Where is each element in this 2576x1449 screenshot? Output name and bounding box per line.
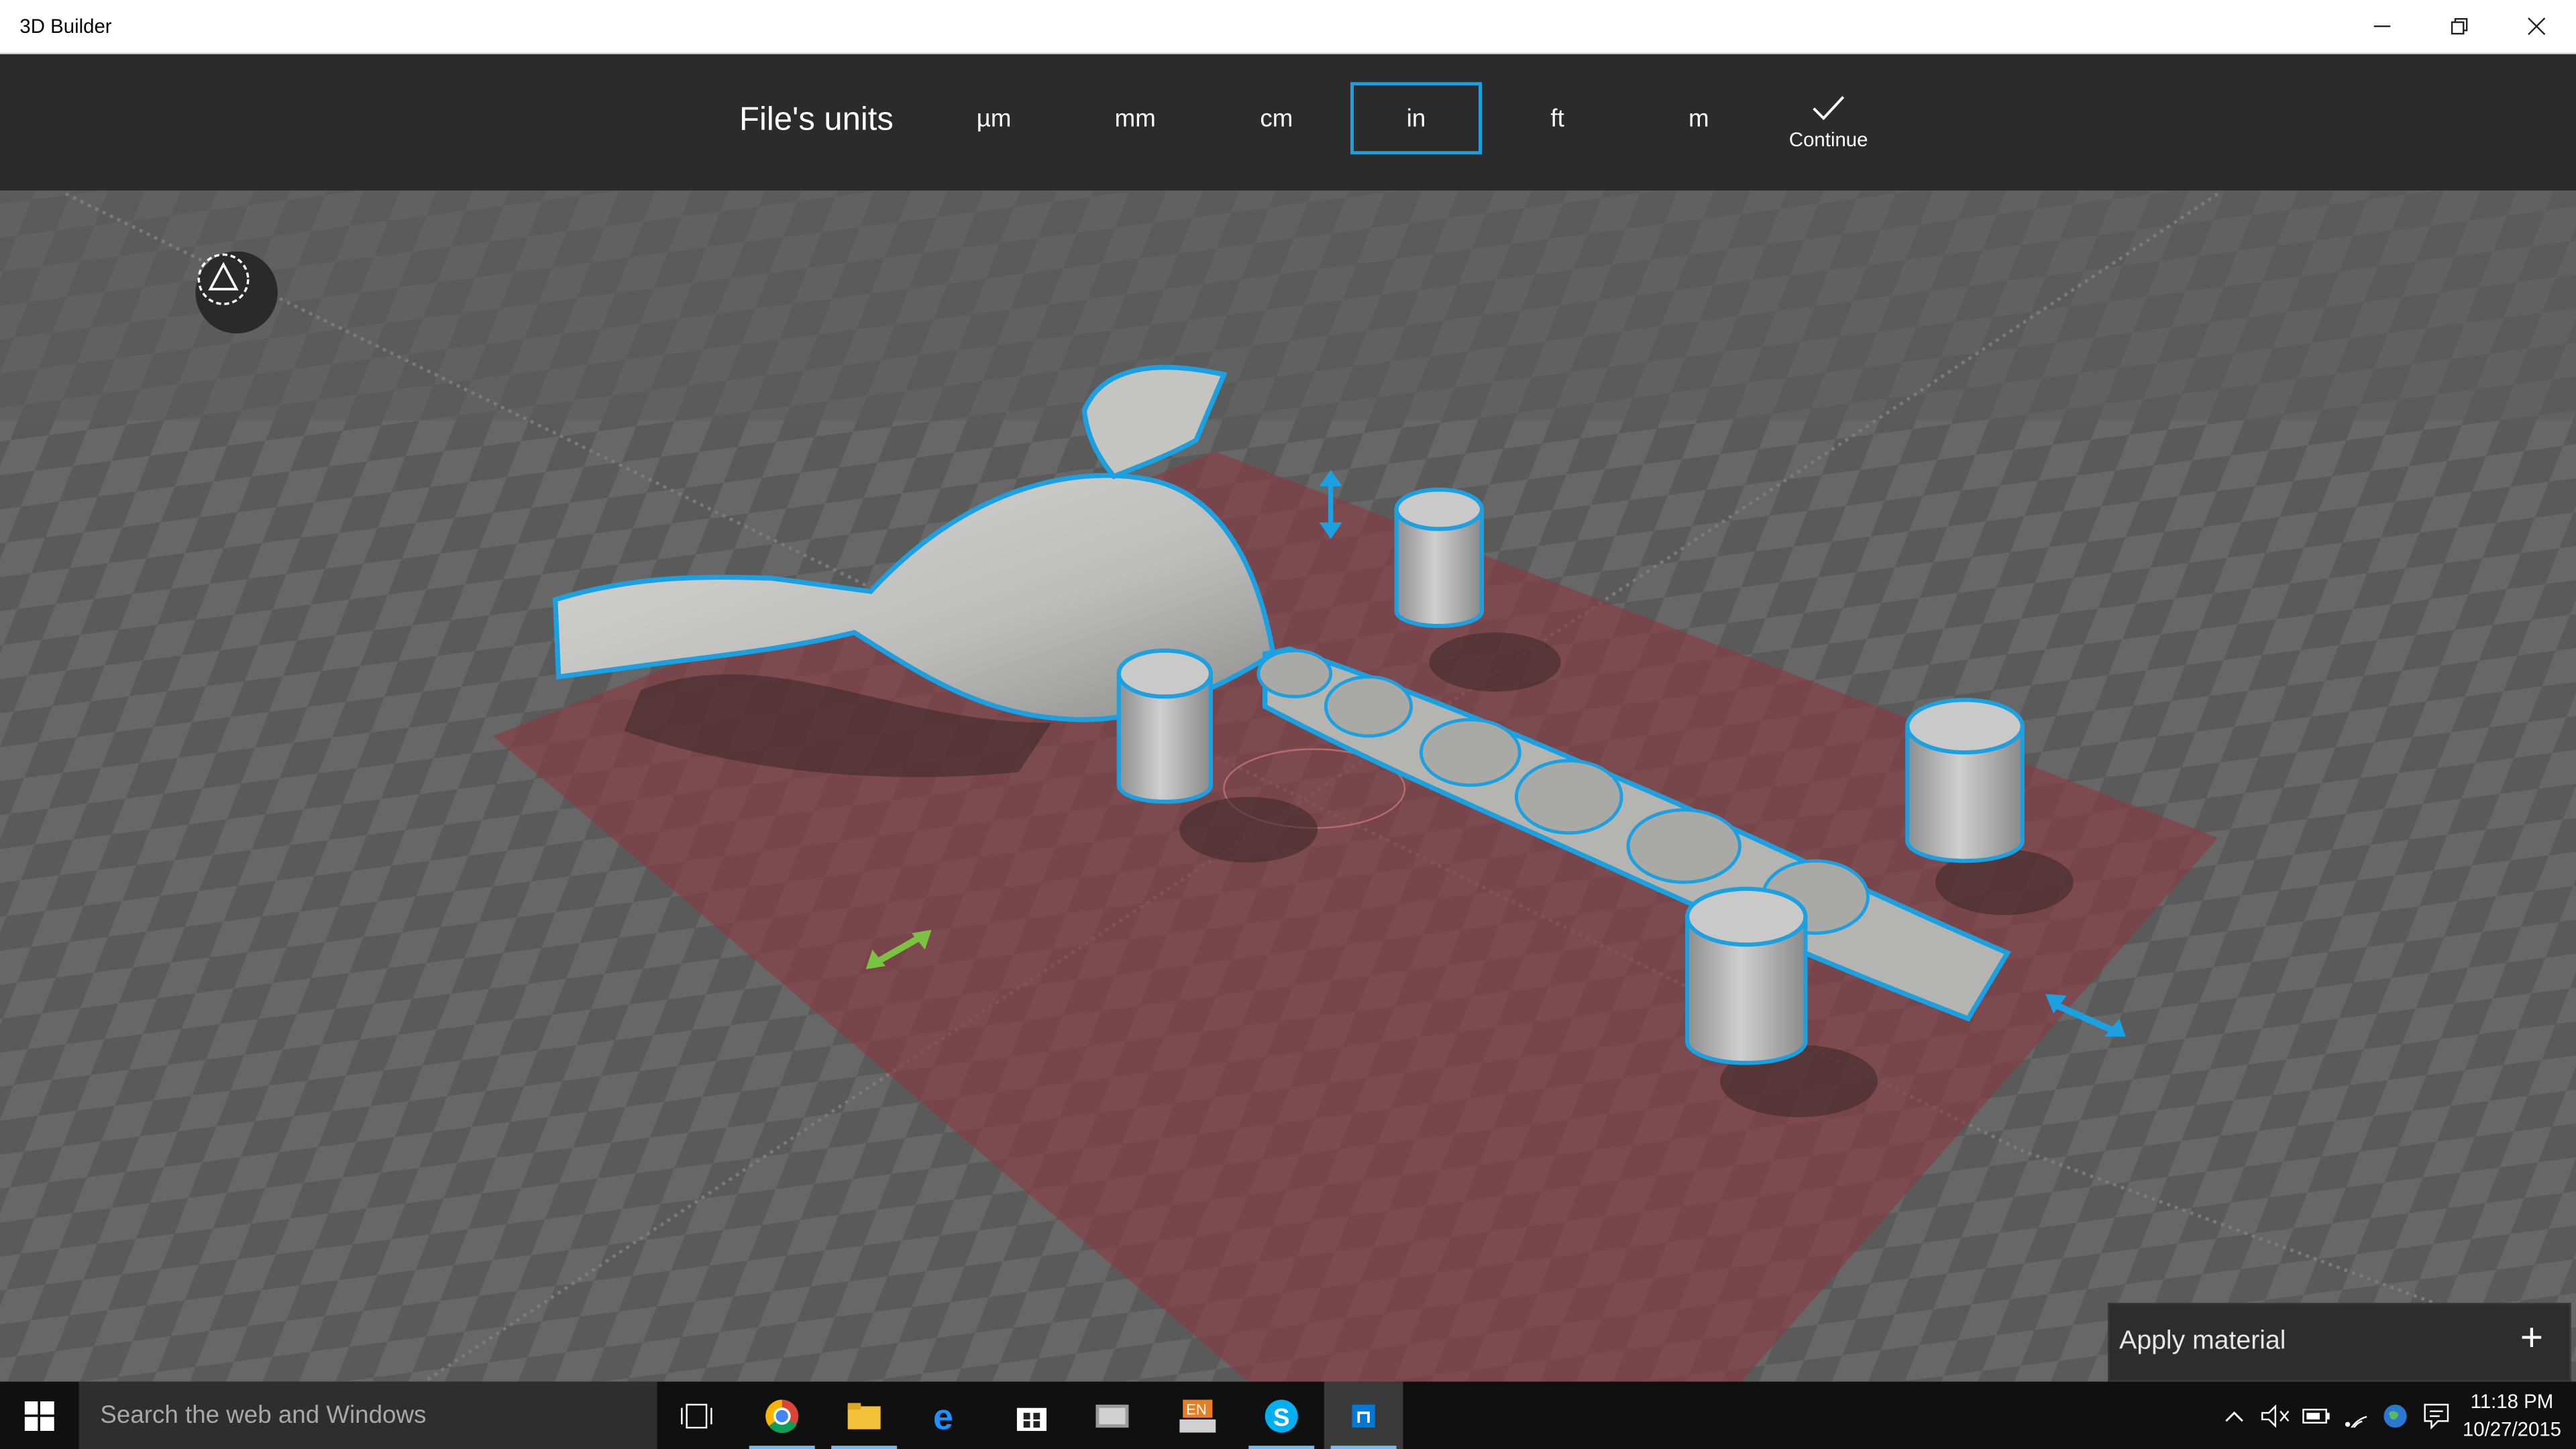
volume-muted-icon — [2261, 1403, 2290, 1427]
wifi-icon — [2345, 1415, 2367, 1427]
apply-material-panel[interactable]: Apply material + — [2108, 1303, 2571, 1382]
minimize-icon — [2373, 25, 2391, 28]
task-view-icon — [681, 1403, 712, 1428]
battery-button[interactable] — [2298, 1382, 2334, 1449]
checkmark-icon — [1813, 96, 1845, 121]
show-hidden-icons-button[interactable] — [2218, 1382, 2251, 1449]
film-icon — [1095, 1403, 1129, 1427]
language-en-icon: EN — [1179, 1399, 1216, 1432]
store-icon — [1016, 1407, 1046, 1430]
vpn-button[interactable] — [2377, 1382, 2414, 1449]
volume-button[interactable] — [2257, 1382, 2294, 1449]
file-explorer-button[interactable] — [824, 1382, 904, 1449]
edge-button[interactable]: e — [908, 1382, 987, 1449]
chrome-button[interactable] — [743, 1382, 822, 1449]
task-view-button[interactable] — [657, 1382, 737, 1449]
triangle-navigation-icon — [197, 253, 250, 305]
svg-text:e: e — [933, 1397, 953, 1434]
unit-um-button[interactable]: µm — [928, 82, 1060, 154]
title-bar: 3D Builder — [0, 0, 2576, 54]
notification-icon — [2424, 1403, 2449, 1429]
apply-material-label: Apply material — [2119, 1327, 2286, 1356]
language-button[interactable]: EN — [1159, 1382, 1238, 1449]
restore-button[interactable] — [2422, 0, 2498, 52]
restore-icon — [2451, 17, 2468, 35]
unit-cm-button[interactable]: cm — [1211, 82, 1342, 154]
folder-icon — [847, 1402, 881, 1429]
scene-canvas[interactable] — [0, 191, 2576, 1382]
chrome-icon — [765, 1399, 799, 1432]
battery-icon — [2302, 1407, 2330, 1423]
clock[interactable]: 11:18 PM 10/27/2015 — [2455, 1388, 2569, 1444]
units-label: File's units — [739, 101, 894, 138]
chevron-up-icon — [2225, 1410, 2243, 1421]
start-button[interactable] — [0, 1382, 79, 1449]
clock-date: 10/27/2015 — [2462, 1417, 2562, 1441]
continue-label: Continue — [1788, 128, 1868, 152]
unit-in-button[interactable]: in — [1350, 82, 1482, 155]
continue-button[interactable]: Continue — [1774, 94, 1883, 176]
3d-builder-button[interactable] — [1324, 1381, 1403, 1449]
add-material-button[interactable]: + — [2520, 1316, 2543, 1362]
network-button[interactable] — [2339, 1382, 2375, 1449]
edge-icon: e — [933, 1397, 953, 1434]
unit-m-button[interactable]: m — [1633, 82, 1764, 154]
units-bar: File's units µm mm cm in ft m Continue — [0, 54, 2576, 191]
unit-mm-button[interactable]: mm — [1069, 82, 1201, 154]
windows-logo-icon — [24, 1400, 54, 1430]
svg-text:EN: EN — [1186, 1400, 1207, 1417]
skype-button[interactable]: S — [1242, 1382, 1321, 1449]
close-icon — [2528, 17, 2546, 36]
3d-builder-icon — [1352, 1403, 1375, 1427]
store-button[interactable] — [992, 1382, 1071, 1449]
unit-ft-button[interactable]: ft — [1492, 82, 1623, 154]
3d-viewport[interactable] — [0, 191, 2576, 1382]
navigation-button[interactable] — [195, 251, 278, 334]
taskbar: Search the web and Windows e EN S 11:18 … — [0, 1381, 2576, 1449]
skype-icon: S — [1265, 1399, 1298, 1432]
close-button[interactable] — [2499, 0, 2575, 52]
window-title: 3D Builder — [19, 15, 112, 38]
globe-icon — [2383, 1403, 2407, 1427]
svg-text:S: S — [1273, 1403, 1289, 1430]
photos-button[interactable] — [1073, 1382, 1152, 1449]
search-box[interactable]: Search the web and Windows — [78, 1381, 657, 1449]
minimize-button[interactable] — [2345, 0, 2420, 52]
action-center-button[interactable] — [2418, 1382, 2455, 1449]
clock-time: 11:18 PM — [2470, 1389, 2554, 1413]
